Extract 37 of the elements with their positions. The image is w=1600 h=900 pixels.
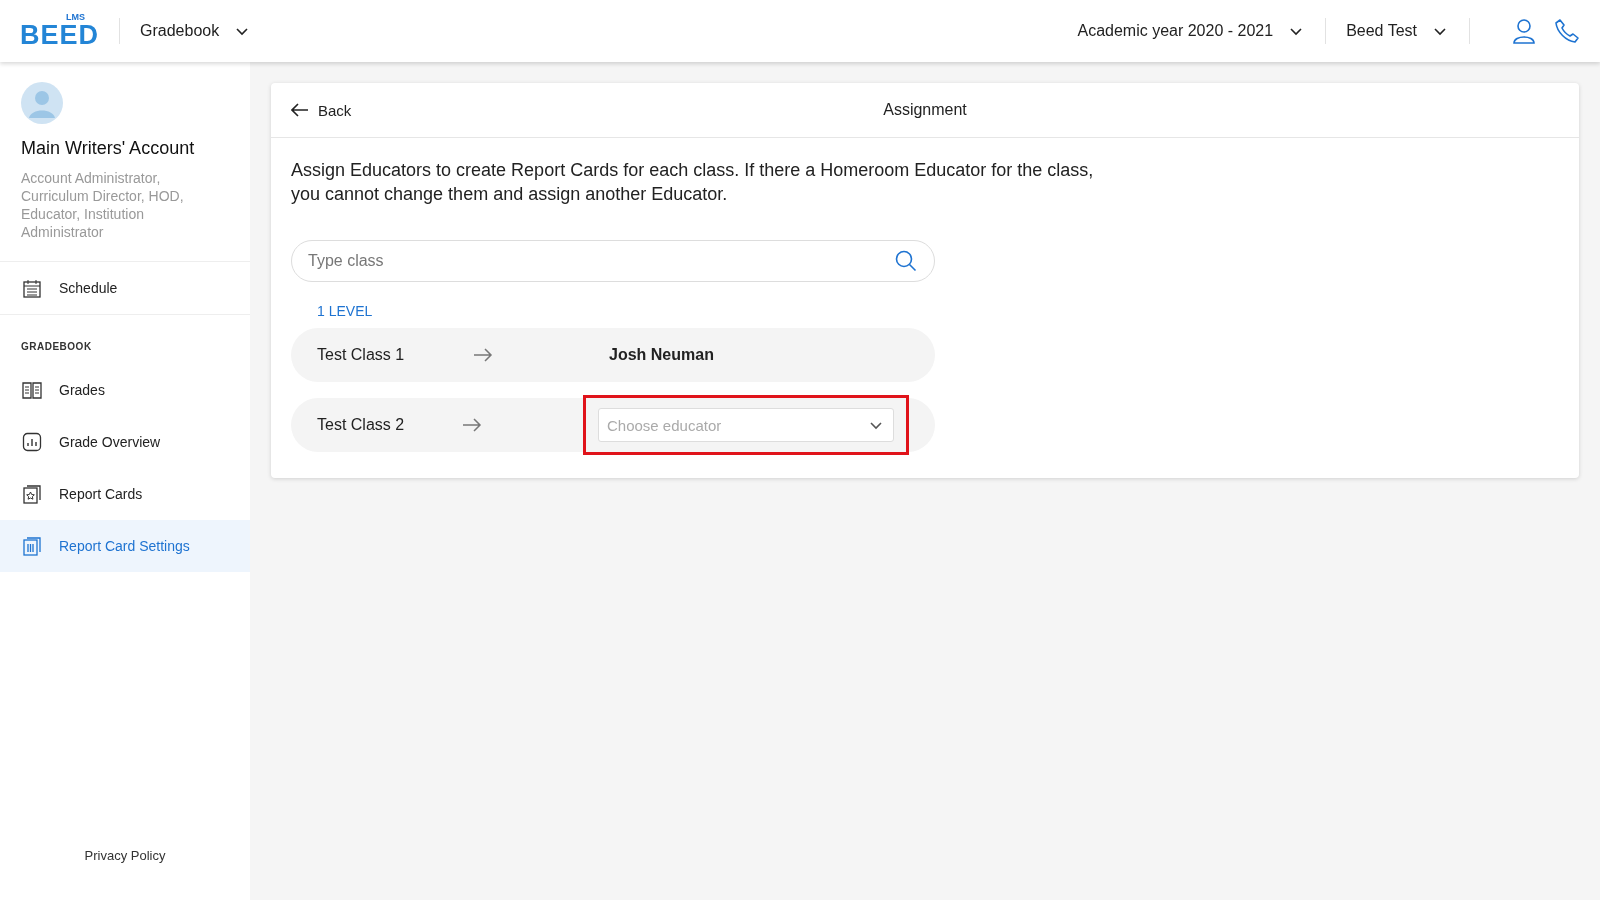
class-name: Test Class 2 — [317, 416, 406, 434]
academic-year-dropdown[interactable]: Academic year 2020 - 2021 — [1077, 22, 1304, 40]
chevron-down-icon — [235, 25, 250, 37]
class-name: Test Class 1 — [317, 346, 406, 364]
arrow-right-icon — [473, 348, 493, 362]
star-card-icon — [22, 484, 42, 504]
sidebar-item[interactable]: Report Card Settings — [0, 520, 250, 572]
institution-dropdown[interactable]: Beed Test — [1346, 22, 1447, 40]
privacy-policy-link[interactable]: Privacy Policy — [84, 848, 166, 863]
sidebar-item[interactable]: Grade Overview — [0, 416, 250, 468]
description-text: Assign Educators to create Report Cards for each class. If there a Homeroom Educator for the class, you cannot change them and assign another Educator. — [291, 159, 1095, 206]
sidebar-item[interactable]: Report Cards — [0, 468, 250, 520]
chevron-down-icon — [1289, 25, 1304, 37]
book-icon — [22, 380, 42, 400]
chevron-down-icon — [869, 419, 883, 431]
level-label: 1 LEVEL — [317, 303, 374, 319]
chevron-down-icon — [1433, 25, 1447, 37]
card-title: Assignment — [882, 101, 968, 119]
back-button[interactable]: Back — [291, 101, 371, 119]
arrow-right-icon — [462, 418, 482, 432]
chart-icon — [22, 432, 42, 452]
phone-icon[interactable] — [1554, 18, 1580, 44]
card-sliders-icon — [22, 536, 42, 556]
module-dropdown[interactable]: Gradebook — [140, 22, 250, 40]
section-heading: GRADEBOOK — [20, 340, 93, 354]
sidebar-item[interactable]: Grades — [0, 364, 250, 416]
user-roles: Account Administrator, Curriculum Director, HOD, Educator, Institution Administrator — [21, 169, 185, 241]
sidebar-item[interactable]: Schedule — [0, 262, 250, 314]
search-icon[interactable] — [895, 250, 917, 272]
educator-name: Josh Neuman — [609, 346, 714, 364]
user-icon[interactable] — [1512, 18, 1536, 44]
avatar-icon — [21, 82, 63, 124]
calendar-icon — [22, 278, 42, 298]
arrow-left-icon — [291, 103, 309, 117]
user-name: Main Writers' Account — [21, 138, 196, 159]
search-field[interactable]: Type class — [291, 240, 935, 282]
logo[interactable]: LMS BEED — [20, 13, 99, 49]
